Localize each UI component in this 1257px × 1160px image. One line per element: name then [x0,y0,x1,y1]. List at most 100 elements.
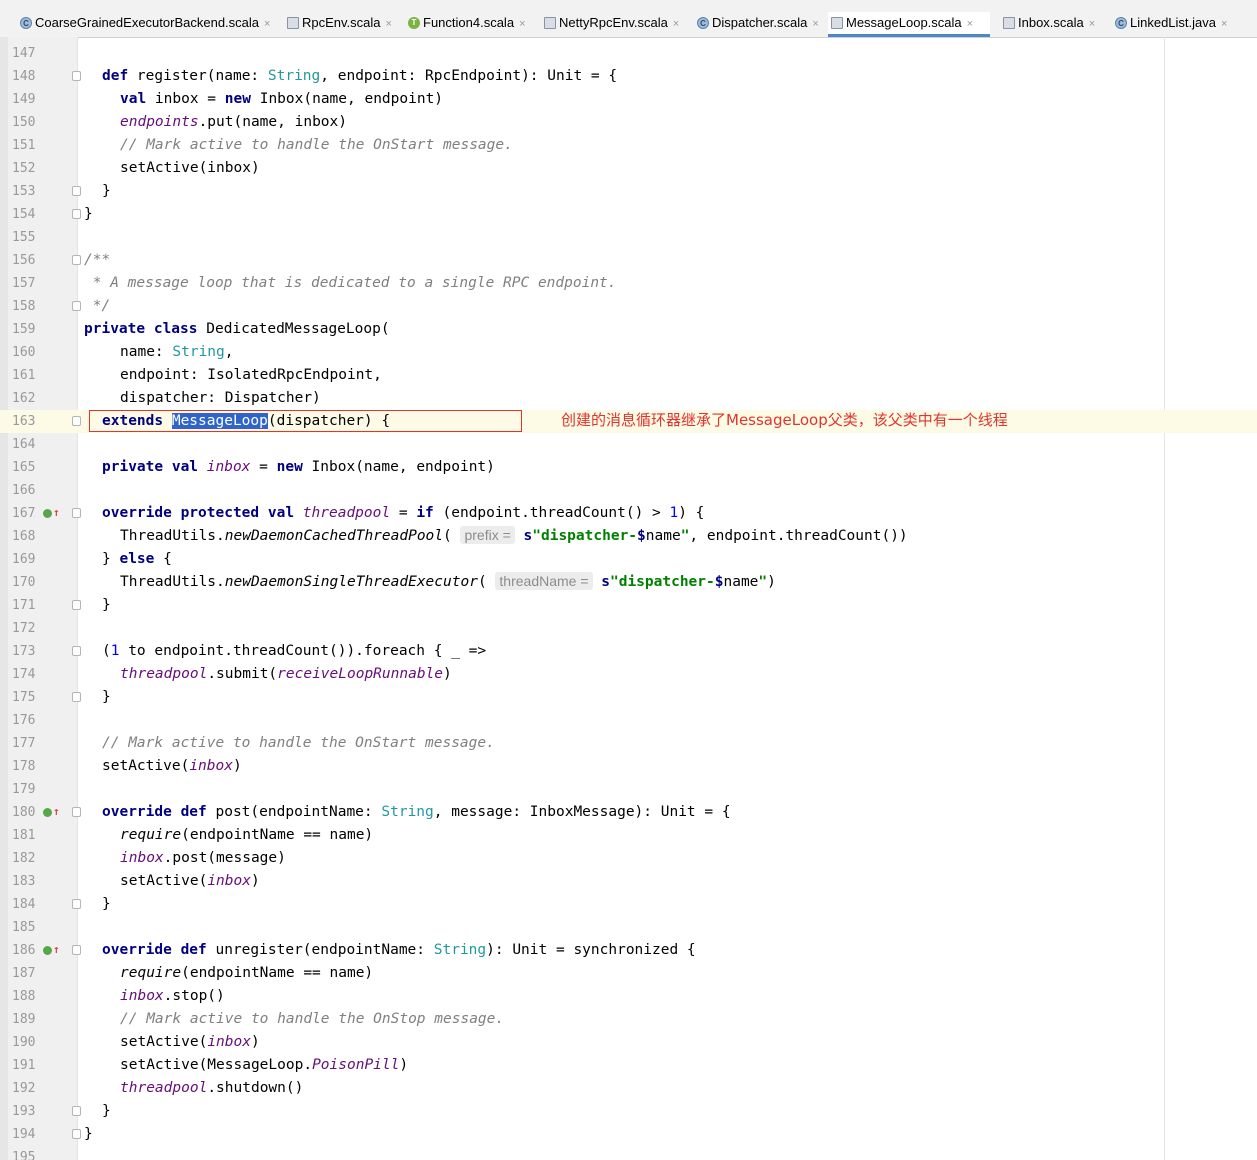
code-text: } [84,1126,93,1142]
tab-coarse-grained-executor-backend[interactable]: C CoarseGrainedExecutorBackend.scala × [17,12,270,37]
line-number: 168 [12,529,36,544]
line-number: 148 [12,69,36,84]
close-icon[interactable]: × [1089,18,1095,30]
tab-label: Function4.scala [423,15,515,30]
tab-linked-list[interactable]: C LinkedList.java × [1112,12,1227,37]
code-line-172: 172 [0,617,1257,640]
line-number: 181 [12,828,36,843]
line-number: 194 [12,1127,36,1142]
override-marker-icon[interactable]: ↑ [43,806,60,818]
code-line-184: 184 } [0,893,1257,916]
close-icon[interactable]: × [519,18,525,30]
code-text: } [102,597,111,613]
code-text: override def post(endpointName: String, … [102,804,731,820]
code-line-194: 194 } [0,1123,1257,1146]
code-text: } [102,896,111,912]
code-line-173: 173 (1 to endpoint.threadCount()).foreac… [0,640,1257,663]
line-number: 164 [12,437,36,452]
code-line-188: 188 inbox.stop() [0,985,1257,1008]
line-number: 178 [12,759,36,774]
code-line-179: 179 [0,778,1257,801]
line-number: 155 [12,230,36,245]
fold-icon[interactable] [72,1129,81,1139]
close-icon[interactable]: × [1221,18,1227,30]
java-class-icon: C [1115,17,1127,29]
code-text: private val inbox = new Inbox(name, endp… [102,459,495,475]
line-number: 176 [12,713,36,728]
fold-icon[interactable] [72,301,81,311]
code-text: threadpool.submit(receiveLoopRunnable) [120,666,452,682]
override-marker-icon[interactable]: ↑ [43,507,60,519]
tab-function4[interactable]: T Function4.scala × [405,12,526,37]
code-comment: /** [84,252,111,268]
tab-netty-rpc-env[interactable]: NettyRpcEnv.scala × [541,12,679,37]
line-number: 163 [12,414,36,429]
code-text: private class DedicatedMessageLoop( [84,321,390,337]
tab-label: NettyRpcEnv.scala [559,15,668,30]
line-number: 173 [12,644,36,659]
fold-icon[interactable] [72,1106,81,1116]
code-text: ThreadUtils.newDaemonCachedThreadPool( p… [120,526,908,544]
code-line-190: 190 setActive(inbox) [0,1031,1257,1054]
fold-icon[interactable] [72,508,81,518]
scala-class-icon: C [20,17,32,29]
scala-file-icon [1003,17,1015,29]
tab-label: Dispatcher.scala [712,15,808,30]
tab-dispatcher[interactable]: C Dispatcher.scala × [694,12,819,37]
code-comment: // Mark active to handle the OnStart mes… [102,735,495,751]
code-text: } [102,183,111,199]
fold-icon[interactable] [72,255,81,265]
fold-icon[interactable] [72,646,81,656]
code-text: override protected val threadpool = if (… [102,505,705,521]
fold-icon[interactable] [72,899,81,909]
code-line-181: 181 require(endpointName == name) [0,824,1257,847]
line-number: 167 [12,506,36,521]
code-text: setActive(inbox) [120,160,260,176]
line-number: 158 [12,299,36,314]
parameter-hint: threadName = [495,572,593,590]
code-line-167: 167 ↑ override protected val threadpool =… [0,502,1257,525]
line-number: 190 [12,1035,36,1050]
fold-icon[interactable] [72,692,81,702]
code-text: override def unregister(endpointName: St… [102,942,696,958]
fold-icon[interactable] [72,209,81,219]
tab-message-loop[interactable]: MessageLoop.scala × [828,12,990,37]
close-icon[interactable]: × [673,18,679,30]
code-line-168: 168 ThreadUtils.newDaemonCachedThreadPoo… [0,525,1257,548]
code-text: } [102,689,111,705]
code-text: setActive(inbox) [120,873,260,889]
tab-inbox[interactable]: Inbox.scala × [1000,12,1095,37]
code-line-185: 185 [0,916,1257,939]
fold-icon[interactable] [72,600,81,610]
line-number: 149 [12,92,36,107]
code-line-187: 187 require(endpointName == name) [0,962,1257,985]
fold-icon[interactable] [72,186,81,196]
line-number: 151 [12,138,36,153]
line-number: 169 [12,552,36,567]
close-icon[interactable]: × [264,18,270,30]
close-icon[interactable]: × [812,18,818,30]
fold-icon[interactable] [72,807,81,817]
code-comment: * A message loop that is dedicated to a … [84,275,617,291]
code-line-155: 155 [0,226,1257,249]
fold-icon[interactable] [72,945,81,955]
code-line-183: 183 setActive(inbox) [0,870,1257,893]
line-number: 162 [12,391,36,406]
code-text: } [84,206,93,222]
line-number: 179 [12,782,36,797]
code-text: endpoint: IsolatedRpcEndpoint, [120,367,382,383]
fold-icon[interactable] [72,416,81,426]
override-marker-icon[interactable]: ↑ [43,944,60,956]
close-icon[interactable]: × [386,18,392,30]
close-icon[interactable]: × [967,18,973,30]
line-number: 174 [12,667,36,682]
line-number: 157 [12,276,36,291]
line-number: 184 [12,897,36,912]
code-line-191: 191 setActive(MessageLoop.PoisonPill) [0,1054,1257,1077]
tab-rpc-env[interactable]: RpcEnv.scala × [284,12,392,37]
code-text: dispatcher: Dispatcher) [120,390,321,406]
line-number: 171 [12,598,36,613]
scala-class-icon: C [697,17,709,29]
fold-icon[interactable] [72,71,81,81]
line-number: 177 [12,736,36,751]
